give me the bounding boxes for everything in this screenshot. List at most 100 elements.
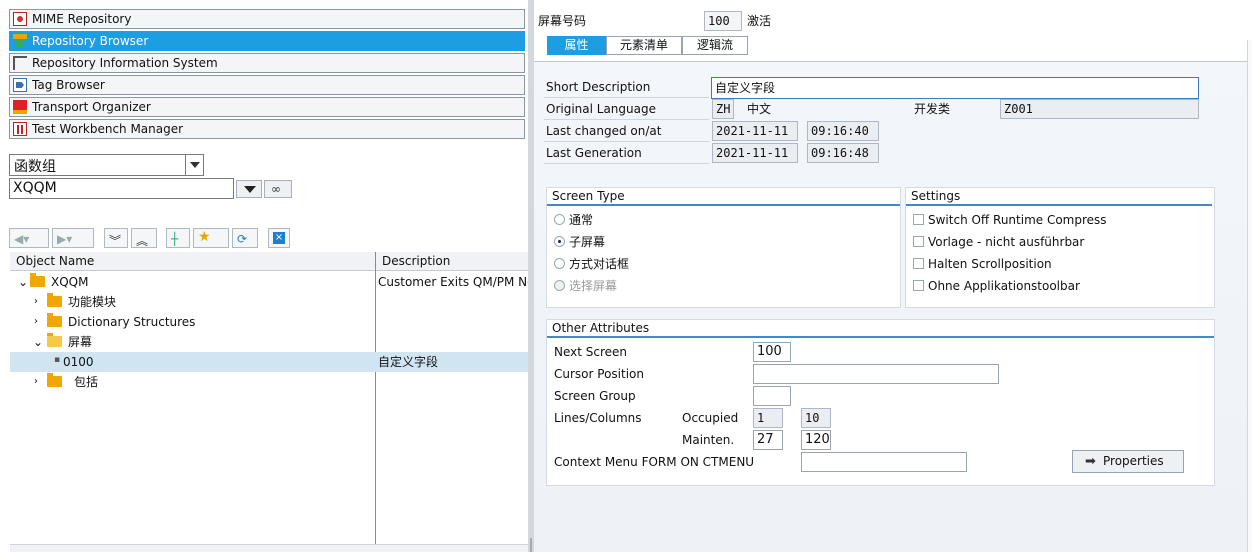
screen-attributes-panel: 屏幕号码 100 激活 属性 元素清单 逻辑流 Short Descriptio… — [534, 0, 1252, 552]
chevron-down-icon[interactable] — [185, 155, 203, 175]
screen-group-input[interactable] — [753, 386, 791, 406]
screen-number-label: 屏幕号码 — [538, 14, 587, 28]
column-header-object-name[interactable]: Object Name — [10, 252, 375, 271]
nav-repository-browser[interactable]: Repository Browser — [9, 31, 525, 51]
object-name-input[interactable]: XQQM — [9, 178, 234, 199]
settings-group: Settings Switch Off Runtime Compress Vor… — [905, 187, 1215, 308]
refresh-button[interactable]: ⟳ — [232, 228, 258, 248]
star-icon: ★ — [198, 229, 211, 245]
next-screen-input[interactable]: 100 — [753, 342, 791, 362]
tree-row-0100[interactable]: ▪ 0100 自定义字段 — [10, 352, 528, 372]
cursor-position-input[interactable] — [753, 364, 999, 384]
radio-modal-dialog[interactable]: 方式对话框 — [554, 254, 629, 274]
vertical-scrollbar[interactable] — [1247, 40, 1252, 552]
lines-columns-label: Lines/Columns — [554, 411, 642, 425]
context-menu-input[interactable] — [801, 452, 967, 472]
tab-strip-border — [534, 61, 1252, 62]
mainten-label: Mainten. — [682, 433, 735, 447]
last-changed-label: Last changed on/at — [546, 124, 662, 138]
double-chevron-up-icon: ︽ — [136, 234, 149, 248]
arrow-right-icon: ➡ — [1085, 454, 1096, 469]
chevron-right-icon[interactable]: › — [34, 372, 38, 392]
checkbox-ohne-applikationstoolbar[interactable]: Ohne Applikationstoolbar — [913, 276, 1080, 296]
nav-transport-organizer[interactable]: Transport Organizer — [9, 97, 525, 117]
radio-normal[interactable]: 通常 — [554, 210, 593, 230]
chevron-right-icon[interactable]: › — [34, 312, 38, 332]
tree-row-xqqm[interactable]: ⌄ XQQM Customer Exits QM/PM Not — [10, 272, 528, 292]
forward-button[interactable]: ▶▾ — [52, 228, 94, 248]
last-generation-time: 09:16:48 — [807, 143, 879, 163]
checkbox-icon — [913, 258, 924, 269]
screen-type-group: Screen Type 通常 子屏幕 方式对话框 选择屏幕 — [546, 187, 901, 308]
back-button[interactable]: ◀▾ — [9, 228, 49, 248]
tree-row-includes[interactable]: › 包括 — [10, 372, 528, 392]
properties-button[interactable]: ➡ Properties — [1072, 450, 1184, 473]
collapse-all-button[interactable]: ︽ — [131, 228, 157, 248]
tree-row-dictionary-structures[interactable]: › Dictionary Structures — [10, 312, 528, 332]
column-header-description[interactable]: Description — [376, 252, 528, 271]
object-type-select[interactable]: 函数组 — [9, 154, 204, 176]
checkbox-icon — [913, 236, 924, 247]
development-class-field: Z001 — [1000, 99, 1199, 119]
other-attributes-title: Other Attributes — [552, 321, 650, 335]
radio-subscreen[interactable]: 子屏幕 — [554, 232, 605, 252]
navigation-panel: MIME Repository Repository Browser Repos… — [0, 0, 528, 552]
horizontal-scrollbar[interactable] — [10, 544, 528, 552]
mainten-columns-input[interactable]: 120 — [801, 430, 831, 450]
arrow-left-icon: ◀▾ — [14, 232, 30, 246]
original-language-label: Original Language — [546, 102, 656, 116]
tree-row-screens[interactable]: ⌄ 屏幕 — [10, 332, 528, 352]
radio-selected-icon — [554, 236, 565, 247]
display-button[interactable]: ∞ — [264, 180, 292, 198]
chevron-down-icon — [244, 186, 256, 193]
occupied-label: Occupied — [682, 411, 739, 425]
radio-icon — [554, 280, 565, 291]
info-system-icon — [13, 56, 27, 70]
short-description-label: Short Description — [546, 80, 651, 94]
checkbox-vorlage[interactable]: Vorlage - nicht ausführbar — [913, 232, 1084, 252]
checkbox-halten-scrollposition[interactable]: Halten Scrollposition — [913, 254, 1052, 274]
chevron-down-icon[interactable]: ⌄ — [33, 332, 43, 352]
short-description-input[interactable]: 自定义字段 — [711, 77, 1199, 99]
nav-mime-repository[interactable]: MIME Repository — [9, 9, 525, 29]
folder-open-icon — [47, 333, 62, 347]
tag-icon — [13, 78, 27, 92]
checkbox-icon — [913, 214, 924, 225]
dropdown-button[interactable] — [236, 180, 262, 198]
expand-all-button[interactable]: ︾ — [104, 228, 128, 248]
last-generation-date: 2021-11-11 — [712, 143, 798, 163]
tab-element-list[interactable]: 元素清单 — [606, 36, 682, 55]
hierarchy-icon: ┼ — [171, 232, 179, 246]
last-generation-label: Last Generation — [546, 146, 642, 160]
favorites-button[interactable]: ★ — [193, 228, 229, 248]
chevron-right-icon[interactable]: › — [34, 292, 38, 312]
close-icon: × — [273, 232, 285, 244]
next-screen-label: Next Screen — [554, 345, 628, 359]
original-language-name: 中文 — [747, 102, 772, 116]
close-tree-button[interactable]: × — [268, 228, 290, 248]
tab-flow-logic[interactable]: 逻辑流 — [682, 36, 748, 55]
occupied-columns: 10 — [801, 408, 831, 428]
last-changed-time: 09:16:40 — [807, 121, 879, 141]
tree-row-function-modules[interactable]: › 功能模块 — [10, 292, 528, 312]
checkbox-icon — [913, 280, 924, 291]
radio-selection-screen: 选择屏幕 — [554, 276, 617, 296]
chevron-down-icon[interactable]: ⌄ — [18, 272, 28, 292]
occupied-lines: 1 — [753, 408, 783, 428]
repository-icon — [13, 34, 27, 48]
other-attributes-group: Other Attributes Next Screen 100 Cursor … — [546, 319, 1215, 486]
glasses-icon: ∞ — [271, 182, 281, 196]
development-class-label: 开发类 — [914, 102, 951, 116]
screen-type-title: Screen Type — [552, 189, 625, 203]
hierarchy-button[interactable]: ┼ — [166, 228, 190, 248]
checkbox-switch-off-runtime-compress[interactable]: Switch Off Runtime Compress — [913, 210, 1107, 230]
mime-icon — [13, 12, 27, 26]
nav-test-workbench-manager[interactable]: Test Workbench Manager — [9, 119, 525, 139]
tab-attributes[interactable]: 属性 — [547, 36, 606, 55]
nav-tag-browser[interactable]: Tag Browser — [9, 75, 525, 95]
test-icon — [13, 122, 27, 136]
original-language-code: ZH — [712, 99, 734, 119]
context-menu-label: Context Menu FORM ON CTMENU — [554, 455, 755, 469]
nav-repository-information-system[interactable]: Repository Information System — [9, 53, 525, 73]
mainten-lines-input[interactable]: 27 — [753, 430, 783, 450]
